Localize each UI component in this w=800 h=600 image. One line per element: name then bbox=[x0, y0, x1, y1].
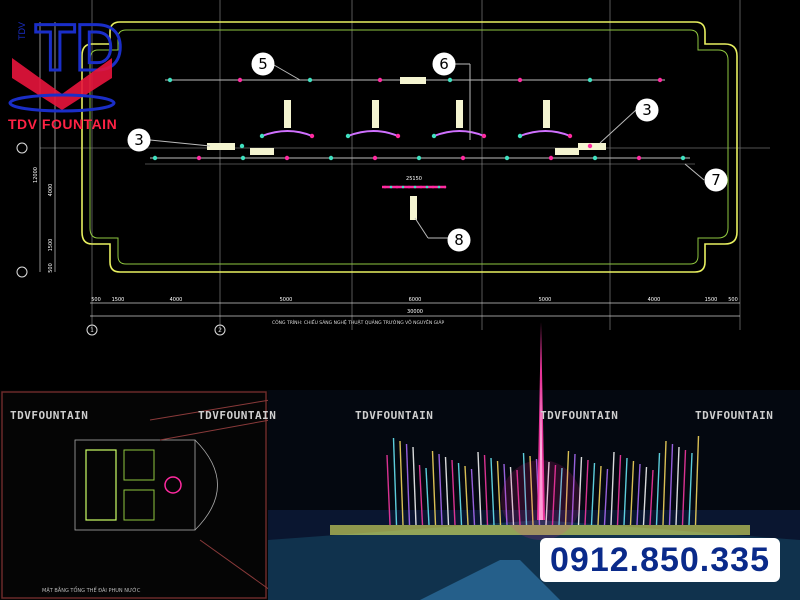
hdim-6: 4000 bbox=[648, 297, 661, 303]
watermark-5: TDVFOUNTAIN bbox=[695, 409, 774, 422]
nozzle-symbol bbox=[431, 133, 437, 139]
nozzle-symbol bbox=[239, 143, 245, 149]
callout-8-label: 8 bbox=[454, 231, 464, 249]
tdv-logo: TD TDV bbox=[8, 9, 124, 113]
drawing-caption: CÔNG TRÌNH: CHIẾU SÁNG NGHỆ THUẬT QUẢNG … bbox=[272, 321, 445, 326]
nozzle-symbol bbox=[504, 155, 510, 161]
axis-marker-1: 1 bbox=[90, 327, 94, 334]
nozzle-symbol bbox=[657, 77, 663, 83]
dimension-total: 30000 bbox=[407, 309, 423, 315]
nozzle-symbol bbox=[307, 77, 313, 83]
callouts bbox=[127, 52, 728, 252]
fountain-basin-outline bbox=[81, 21, 738, 273]
hdim-7: 1500 bbox=[705, 297, 718, 303]
phone-number[interactable]: 0912.850.335 bbox=[540, 538, 780, 582]
vdim-0: 12000 bbox=[33, 167, 39, 183]
nozzle-symbol bbox=[548, 155, 554, 161]
watermark-1: TDVFOUNTAIN bbox=[10, 409, 89, 422]
nozzle-symbol bbox=[447, 77, 453, 83]
vdim-2: 1500 bbox=[48, 239, 54, 252]
hdim-2: 4000 bbox=[170, 297, 183, 303]
nozzle-symbol bbox=[587, 77, 593, 83]
nozzle-symbol bbox=[237, 77, 243, 83]
site-plan-caption: MẶT BẰNG TỔNG THỂ ĐÀI PHUN NƯỚC bbox=[42, 588, 141, 594]
hdim-3: 5000 bbox=[280, 297, 293, 303]
callout-3-right-label: 3 bbox=[642, 101, 652, 119]
nozzle-symbol bbox=[443, 185, 447, 189]
nozzle-symbols bbox=[152, 77, 686, 189]
nozzle-symbol bbox=[152, 155, 158, 161]
hdim-5: 5000 bbox=[539, 297, 552, 303]
nozzle-symbol bbox=[328, 155, 334, 161]
axis-marker-2: 2 bbox=[218, 327, 222, 334]
nozzle-symbol bbox=[481, 133, 487, 139]
watermark-2: TDVFOUNTAIN bbox=[198, 409, 277, 422]
brand-name: TDV FOUNTAIN bbox=[8, 116, 118, 132]
nozzle-symbol bbox=[377, 77, 383, 83]
nozzle-symbol bbox=[437, 185, 441, 189]
nozzle-symbol bbox=[680, 155, 686, 161]
nozzle-symbol bbox=[395, 133, 401, 139]
nozzle-symbol bbox=[259, 133, 265, 139]
hdim-4: 6000 bbox=[409, 297, 422, 303]
logo-side-text: TDV bbox=[17, 22, 27, 40]
nozzle-symbol bbox=[383, 185, 387, 189]
watermark-3: TDVFOUNTAIN bbox=[355, 409, 434, 422]
nozzle-symbol bbox=[587, 143, 593, 149]
nozzle-symbol bbox=[401, 185, 405, 189]
nozzle-symbol bbox=[636, 155, 642, 161]
vdim-1: 4000 bbox=[48, 184, 54, 197]
nozzle-symbol bbox=[431, 185, 435, 189]
watermark-4: TDVFOUNTAIN bbox=[540, 409, 619, 422]
nozzle-symbol bbox=[419, 185, 423, 189]
cad-gridlines bbox=[40, 0, 770, 330]
nozzle-symbol bbox=[517, 133, 523, 139]
callout-5-label: 5 bbox=[258, 55, 268, 73]
nozzle-symbol bbox=[240, 155, 246, 161]
nozzle-symbol bbox=[413, 185, 417, 189]
span-dimension: 25150 bbox=[406, 176, 422, 182]
nozzle-rows bbox=[145, 77, 695, 220]
nozzle-symbol bbox=[309, 133, 315, 139]
nozzle-symbol bbox=[395, 185, 399, 189]
nozzle-symbol bbox=[416, 155, 422, 161]
hdim-8: 500 bbox=[728, 297, 738, 303]
hdim-1: 1500 bbox=[112, 297, 125, 303]
nozzle-symbol bbox=[460, 155, 466, 161]
vdim-3: 500 bbox=[48, 263, 54, 273]
nozzle-symbol bbox=[592, 155, 598, 161]
nozzle-symbol bbox=[345, 133, 351, 139]
nozzle-symbol bbox=[284, 155, 290, 161]
nozzle-symbol bbox=[389, 185, 393, 189]
hdim-0: 500 bbox=[91, 297, 101, 303]
nozzle-symbol bbox=[372, 155, 378, 161]
callout-7-label: 7 bbox=[711, 171, 721, 189]
fountain-promo-canvas: 5 6 3 3 7 8 25150 500 1500 4000 5000 6000 500… bbox=[0, 0, 800, 600]
nozzle-symbol bbox=[167, 77, 173, 83]
nozzle-symbol bbox=[425, 185, 429, 189]
nozzle-symbol bbox=[567, 133, 573, 139]
callout-3-left-label: 3 bbox=[134, 131, 144, 149]
callout-6-label: 6 bbox=[439, 55, 449, 73]
nozzle-symbol bbox=[196, 155, 202, 161]
nozzle-symbol bbox=[407, 185, 411, 189]
nozzle-symbol bbox=[517, 77, 523, 83]
